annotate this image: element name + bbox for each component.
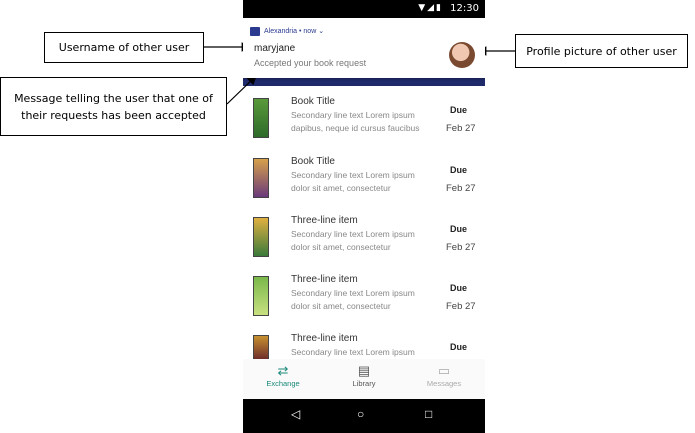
avatar xyxy=(449,42,475,68)
notification-message: Accepted your book request xyxy=(254,58,367,68)
notification-app-name: Alexandria • now xyxy=(264,28,317,35)
notification-card[interactable]: Alexandria • now ⌄ maryjane Accepted you… xyxy=(243,18,485,78)
notification-sender: maryjane xyxy=(254,43,296,54)
arrow-message xyxy=(226,75,257,105)
app-logo-icon xyxy=(250,27,260,36)
chevron-down-icon[interactable]: ⌄ xyxy=(318,28,324,35)
